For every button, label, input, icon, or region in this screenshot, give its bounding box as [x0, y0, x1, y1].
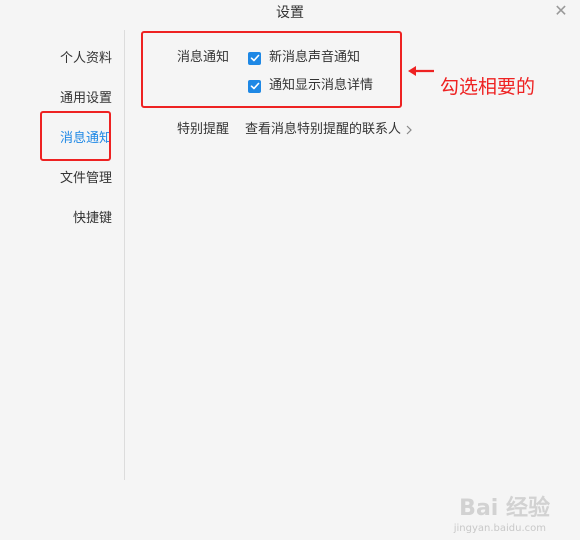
sidebar-item-files[interactable]: 文件管理: [60, 170, 112, 188]
watermark-logo: Bai 经验: [459, 496, 550, 521]
chevron-right-icon: [405, 125, 413, 135]
settings-window: 设置 ✕ 个人资料 通用设置 消息通知 文件管理 快捷键 消息通知 新消息声音通…: [0, 0, 580, 540]
watermark-url: jingyan.baidu.com: [453, 523, 546, 534]
sidebar-item-shortcuts[interactable]: 快捷键: [73, 210, 112, 228]
sidebar-item-general[interactable]: 通用设置: [60, 90, 112, 108]
highlight-box-sidebar: [40, 111, 111, 161]
sidebar-item-profile[interactable]: 个人资料: [60, 50, 112, 68]
special-reminder-link[interactable]: 查看消息特别提醒的联系人: [245, 121, 413, 139]
special-reminder-link-text: 查看消息特别提醒的联系人: [245, 122, 402, 137]
special-reminder-label: 特别提醒: [177, 122, 230, 137]
arrow-left-icon: [408, 66, 434, 76]
sidebar-divider: [124, 30, 125, 480]
highlight-box-options: [141, 31, 402, 108]
window-title: 设置: [276, 5, 304, 21]
annotation-text: 勾选相要的: [440, 76, 536, 98]
close-icon[interactable]: ✕: [552, 2, 570, 20]
settings-sidebar: 个人资料 通用设置 消息通知 文件管理 快捷键: [0, 30, 124, 480]
